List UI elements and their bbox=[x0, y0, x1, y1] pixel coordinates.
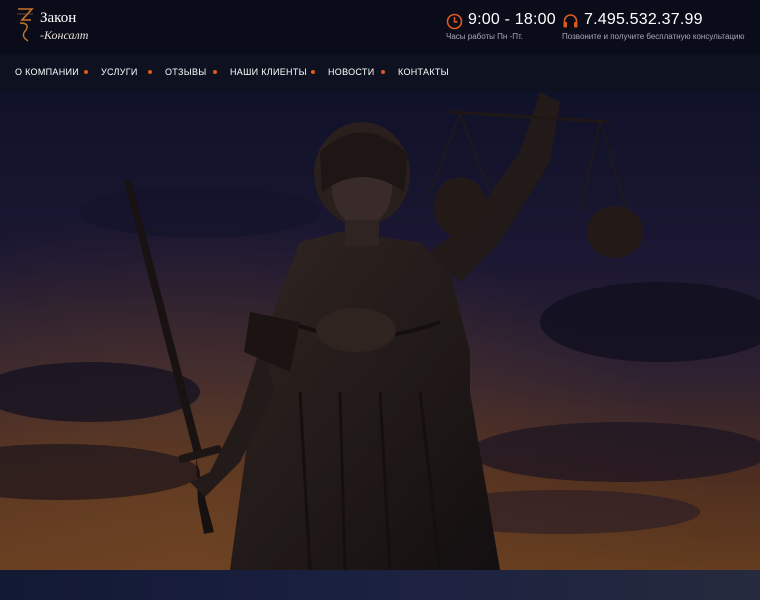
logo[interactable]: Закон -Консалт bbox=[14, 6, 134, 46]
hours-caption: Часы работы Пн -Пт. bbox=[446, 32, 523, 41]
hero-banner bbox=[0, 92, 760, 570]
nav-item-contacts[interactable]: КОНТАКТЫ bbox=[398, 67, 449, 77]
lady-justice-image bbox=[0, 92, 760, 570]
site-header: Закон -Консалт 9:00 - 18:00 Часы работы … bbox=[0, 0, 760, 54]
phone-contact: 7.495.532.37.99 Позвоните и получите бес… bbox=[562, 10, 752, 44]
nav-separator-dot bbox=[213, 70, 217, 74]
phone-caption: Позвоните и получите бесплатную консульт… bbox=[562, 32, 745, 41]
clock-icon bbox=[446, 13, 463, 30]
nav-item-about[interactable]: О КОМПАНИИ bbox=[15, 67, 79, 77]
logo-text-line2: -Консалт bbox=[40, 28, 89, 42]
headset-icon bbox=[563, 14, 578, 28]
nav-item-clients[interactable]: НАШИ КЛИЕНТЫ bbox=[230, 67, 307, 77]
phone-number[interactable]: 7.495.532.37.99 bbox=[584, 11, 703, 29]
nav-item-news[interactable]: НОВОСТИ bbox=[328, 67, 374, 77]
logo-text-line1: Закон bbox=[40, 10, 77, 26]
nav-item-services[interactable]: УСЛУГИ bbox=[101, 67, 138, 77]
nav-item-reviews[interactable]: ОТЗЫВЫ bbox=[165, 67, 207, 77]
nav-separator-dot bbox=[148, 70, 152, 74]
next-section-strip bbox=[0, 570, 760, 600]
nav-separator-dot bbox=[381, 70, 385, 74]
logo-mark-icon bbox=[17, 8, 34, 42]
nav-separator-dot bbox=[84, 70, 88, 74]
working-hours: 9:00 - 18:00 Часы работы Пн -Пт. bbox=[446, 10, 556, 44]
main-nav: О КОМПАНИИ УСЛУГИ ОТЗЫВЫ НАШИ КЛИЕНТЫ НО… bbox=[0, 54, 760, 92]
nav-separator-dot bbox=[311, 70, 315, 74]
hours-value: 9:00 - 18:00 bbox=[468, 11, 556, 28]
